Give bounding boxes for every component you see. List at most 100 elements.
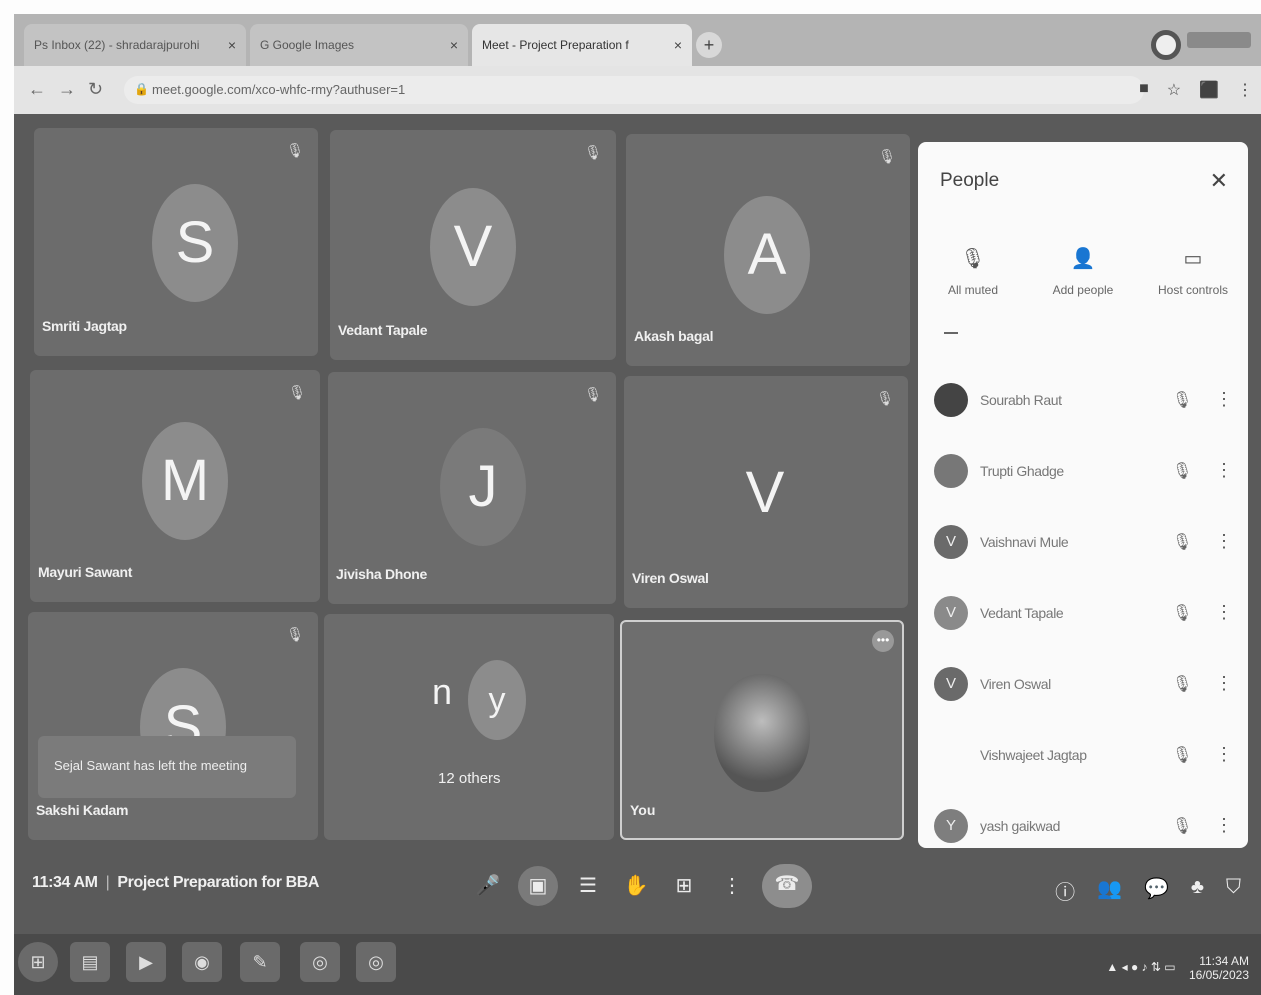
chat-icon[interactable]: 💬 [1144,876,1169,905]
list-item[interactable]: V Viren Oswal 🎙 ⋮ [918,648,1248,719]
extension-icon[interactable]: ⬛ [1199,80,1219,100]
add-person-icon: 👤 [1070,248,1096,270]
mic-off-icon[interactable]: 🎙 [1172,603,1202,623]
info-icon[interactable]: ⓘ [1055,876,1075,905]
participant-name: Vedant Tapale [980,604,1064,621]
others-count: 12 others [438,770,501,787]
address-bar-icons: ■ ☆ ⬛ ⋮ [1139,80,1253,100]
tray-icons[interactable]: ▲ ◂ ● ♪ ⇅ ▭ [1106,960,1175,974]
tab-google-images[interactable]: G Google Images × [250,24,468,66]
mic-off-icon[interactable]: 🎙 [1172,461,1202,481]
more-vert-icon[interactable]: ⋮ [1214,673,1234,694]
reload-icon[interactable]: ↻ [88,79,103,100]
file-explorer-icon[interactable]: ▤ [70,942,110,982]
more-vert-icon[interactable]: ⋮ [1214,744,1234,765]
profile-avatar[interactable] [1151,30,1181,60]
list-item[interactable]: V Vaishnavi Mule 🎙 ⋮ [918,506,1248,577]
forward-icon[interactable]: → [58,79,76,100]
people-icon[interactable]: 👥 [1097,876,1122,905]
camera-indicator-icon[interactable]: ■ [1139,80,1149,100]
meeting-time: 11:34 AM [32,874,98,891]
list-item[interactable]: Sourabh Raut 🎙 ⋮ [918,364,1248,435]
tab-strip: Ps Inbox (22) - shradarajpurohi × G Goog… [14,14,1261,66]
participant-tile[interactable]: M Mayuri Sawant 🎙 [30,370,320,602]
paint-icon[interactable]: ✎ [240,942,280,982]
participant-name: Akash bagal [634,328,714,344]
mic-off-icon[interactable]: 🎙 [1172,674,1202,694]
avatar [934,382,968,417]
more-options-button[interactable]: ⋮ [714,866,750,906]
participant-avatar: n [431,671,453,712]
host-controls-button[interactable]: ▭ Host controls [1138,246,1248,297]
action-label: Host controls [1157,283,1229,297]
media-player-icon[interactable]: ▶ [126,942,166,982]
present-button[interactable]: ⊞ [666,866,702,906]
side-panel-icons: ⓘ 👥 💬 ♣ ⛉ [1055,876,1241,905]
app-icon[interactable]: ◉ [182,942,222,982]
list-item[interactable]: Trupti Ghadge 🎙 ⋮ [918,435,1248,506]
camera-button[interactable]: ▣ [518,866,558,906]
mic-off-icon[interactable]: 🎙 [1172,745,1202,765]
mic-off-icon[interactable]: 🎙 [1172,816,1202,836]
more-vert-icon[interactable]: ⋮ [1214,531,1234,552]
raise-hand-button[interactable]: ✋ [618,866,654,906]
leave-call-button[interactable]: ☎ [762,864,812,908]
close-tab-icon[interactable]: × [228,37,236,53]
mic-off-icon: 🎙 [584,386,602,402]
new-tab-button[interactable]: + [696,32,722,58]
participant-tile[interactable]: A Akash bagal 🎙 [626,134,910,366]
participant-tile[interactable]: J Jivisha Dhone 🎙 [328,372,616,604]
start-button[interactable]: ⊞ [18,942,58,982]
mic-off-icon: 🎙 [584,144,602,160]
close-tab-icon[interactable]: × [450,37,458,53]
meeting-controls: 🎤 ▣ ☰ ✋ ⊞ ⋮ ☎ [470,864,812,908]
people-actions: 🎙 All muted 👤 Add people ▭ Host controls [918,246,1248,297]
tab-meet[interactable]: Meet - Project Preparation f × [472,24,692,66]
bookmark-star-icon[interactable]: ☆ [1167,80,1181,100]
more-vert-icon[interactable]: ⋮ [1214,389,1234,410]
mic-off-icon[interactable]: 🎙 [1172,390,1202,410]
participant-avatar: A [724,196,810,314]
meeting-title: Project Preparation for BBA [117,874,320,891]
more-vert-icon[interactable]: ⋮ [1214,602,1234,623]
clock-date: 16/05/2023 [1188,968,1249,982]
tab-label: G Google Images [260,38,355,52]
tab-label: Ps Inbox (22) - shradarajpurohi [34,38,200,52]
mic-off-icon[interactable]: 🎙 [1172,532,1202,552]
participant-tile[interactable]: S Sakshi Kadam 🎙 [28,612,318,840]
participant-name: Vishwajeet Jagtap [980,746,1087,763]
host-controls-icon: ▭ [1183,248,1203,270]
list-item[interactable]: Vishwajeet Jagtap 🎙 ⋮ [918,719,1248,790]
menu-dots-icon[interactable]: ⋮ [1237,80,1253,100]
participant-tile[interactable]: V Viren Oswal 🎙 [624,376,908,608]
meeting-info: 11:34 AM | Project Preparation for BBA [32,874,320,891]
chrome-icon[interactable]: ◎ [300,942,340,982]
chrome-icon[interactable]: ◎ [356,942,396,982]
url-input[interactable]: 🔒 meet.google.com/xco-whfc-rmy?authuser=… [124,76,1144,104]
close-tab-icon[interactable]: × [674,37,682,53]
more-vert-icon[interactable]: ⋮ [1214,815,1234,836]
participant-tile[interactable]: S Smriti Jagtap 🎙 [34,128,318,356]
window-controls[interactable] [1187,32,1251,48]
all-muted-button[interactable]: 🎙 All muted [918,246,1028,297]
microphone-button[interactable]: 🎤 [470,866,506,906]
clock[interactable]: 11:34 AM 16/05/2023 [1189,954,1249,982]
list-item[interactable]: V Vedant Tapale 🎙 ⋮ [918,577,1248,648]
close-icon[interactable]: ✕ [1210,168,1228,194]
back-icon[interactable]: ← [28,79,46,100]
left-meeting-notification: Sejal Sawant has left the meeting [38,736,296,798]
lock-icon: 🔒 [134,82,149,96]
tab-inbox[interactable]: Ps Inbox (22) - shradarajpurohi × [24,24,246,66]
others-tile[interactable]: n y 12 others [324,614,614,840]
more-vert-icon[interactable]: ⋮ [1214,460,1234,481]
self-video [714,674,810,792]
host-shield-icon[interactable]: ⛉ [1226,876,1241,905]
participant-name: Vedant Tapale [338,322,428,338]
self-video-tile[interactable]: ••• You [620,620,904,840]
add-people-button[interactable]: 👤 Add people [1028,246,1138,297]
activities-icon[interactable]: ♣ [1191,876,1204,905]
more-options-icon[interactable]: ••• [872,630,894,652]
participant-tile[interactable]: V Vedant Tapale 🎙 [330,130,616,360]
captions-button[interactable]: ☰ [570,866,606,906]
mic-off-icon: 🎙 [288,384,306,400]
